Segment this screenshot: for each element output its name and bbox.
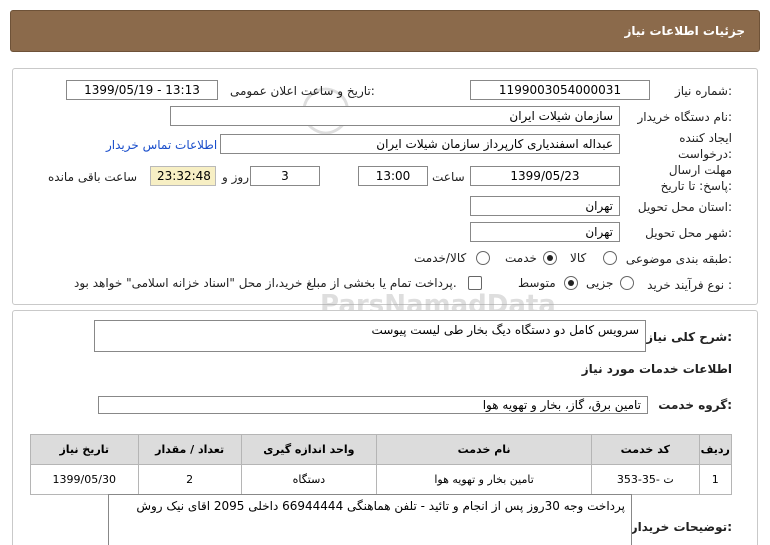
city-field: تهران	[470, 222, 620, 242]
cell-service-name: تامین بخار و تهویه هوا	[376, 464, 593, 495]
column-header-service-name: نام خدمت	[376, 434, 593, 465]
process-option-medium: متوسط	[518, 276, 556, 290]
buyer-contact-link[interactable]: اطلاعات تماس خریدار	[106, 138, 217, 152]
category-radio-goods[interactable]	[603, 251, 617, 265]
deadline-time-label: ساعت	[432, 170, 465, 184]
column-header-service-code: کد خدمت	[591, 434, 700, 465]
page-title: جزئیات اطلاعات نیاز	[624, 24, 745, 38]
remaining-time-field: 23:32:48	[150, 166, 216, 186]
process-label: نوع فرآیند خرید :	[647, 278, 732, 292]
summary-field: سرویس کامل دو دستگاه دیگ بخار طی لیست پی…	[94, 320, 646, 352]
deadline-label: مهلت ارسال پاسخ: تا تاریخ:	[660, 163, 732, 193]
cell-need-date: 1399/05/30	[30, 464, 139, 495]
service-group-label: گروه خدمت:	[658, 398, 732, 412]
province-label: استان محل تحویل:	[637, 200, 732, 214]
buyer-notes-field: پرداخت وجه 30روز پس از انجام و تائید - ت…	[108, 494, 632, 545]
announce-date-field: 1399/05/19 - 13:13	[66, 80, 218, 100]
need-number-field: 1199003054000031	[470, 80, 650, 100]
process-option-minor: جزیی	[586, 276, 614, 290]
table-header-row: ردیف کد خدمت نام خدمت واحد اندازه گیری ت…	[30, 434, 733, 465]
deadline-time-field: 13:00	[358, 166, 428, 186]
buyer-notes-label: توضیحات خریدار:	[630, 520, 732, 534]
need-number-label: شماره نیاز:	[674, 84, 732, 98]
remaining-time-label: ساعت باقی مانده	[48, 170, 138, 184]
category-radio-service[interactable]	[543, 251, 557, 265]
process-radio-medium[interactable]	[564, 276, 578, 290]
announce-date-label: تاریخ و ساعت اعلان عمومی:	[230, 84, 375, 98]
buyer-org-field: سازمان شیلات ایران	[170, 106, 620, 126]
column-header-quantity: تعداد / مقدار	[137, 434, 242, 465]
cell-service-code: ت -35-353	[591, 464, 700, 495]
days-count-field: 3	[250, 166, 320, 186]
category-option-goods: کالا	[570, 251, 587, 265]
services-section-title: اطلاعات خدمات مورد نیاز	[581, 362, 732, 376]
services-table: ردیف کد خدمت نام خدمت واحد اندازه گیری ت…	[30, 434, 733, 495]
creator-field: عبداله اسفندیاری کارپرداز سازمان شیلات ا…	[220, 134, 620, 154]
category-option-service: خدمت	[505, 251, 537, 265]
category-option-goods-service: کالا/خدمت	[414, 251, 467, 265]
process-radio-minor[interactable]	[620, 276, 634, 290]
cell-quantity: 2	[137, 464, 242, 495]
cell-row-number: 1	[698, 464, 733, 495]
category-radio-goods-service[interactable]	[476, 251, 490, 265]
treasury-payment-note: پرداخت تمام یا بخشی از مبلغ خرید،از محل …	[74, 276, 457, 290]
table-row: 1 ت -35-353 تامین بخار و تهویه هوا دستگا…	[30, 464, 733, 495]
category-label: طبقه بندی موضوعی:	[625, 252, 732, 266]
treasury-payment-checkbox[interactable]	[468, 276, 482, 290]
city-label: شهر محل تحویل:	[645, 226, 732, 240]
day-and-label: روز و	[222, 170, 249, 184]
province-field: تهران	[470, 196, 620, 216]
column-header-row-number: ردیف	[698, 434, 733, 465]
column-header-need-date: تاریخ نیاز	[30, 434, 139, 465]
deadline-date-field: 1399/05/23	[470, 166, 620, 186]
buyer-org-label: نام دستگاه خریدار:	[637, 110, 733, 124]
column-header-unit: واحد اندازه گیری	[240, 434, 378, 465]
page-header: جزئیات اطلاعات نیاز	[10, 10, 760, 52]
summary-label: شرح کلی نیاز:	[646, 330, 732, 344]
cell-unit: دستگاه	[240, 464, 378, 495]
creator-label: ایجاد کننده درخواست:	[678, 131, 732, 161]
service-group-field: تامین برق، گاز، بخار و تهویه هوا	[98, 396, 648, 414]
